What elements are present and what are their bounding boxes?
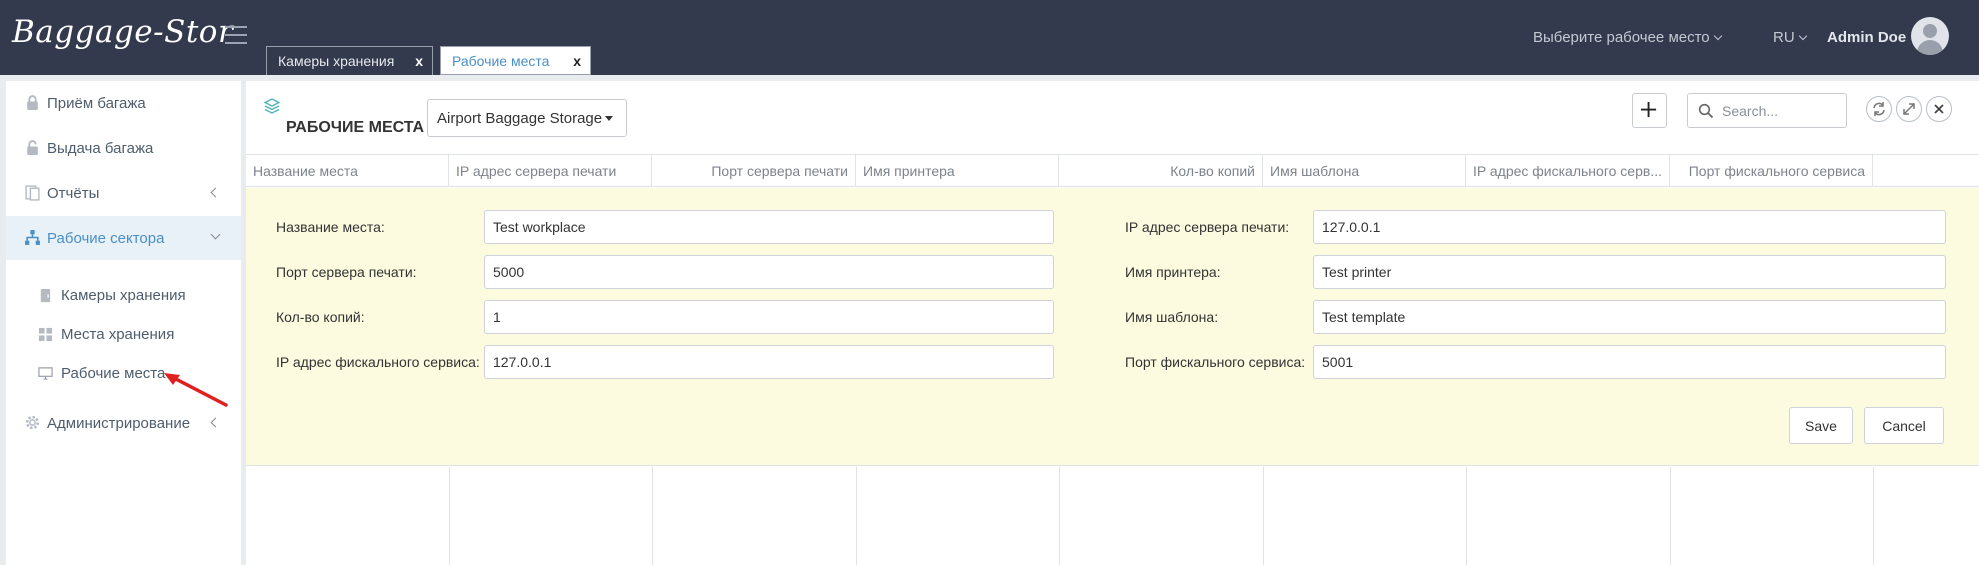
sidebar-subitem-label: Рабочие места [61, 364, 166, 382]
lock-icon [27, 95, 38, 110]
column-header[interactable]: Порт сервера печати [652, 155, 856, 186]
workplace-selector-label: Выберите рабочее место [1533, 29, 1710, 46]
locker-icon [40, 288, 51, 303]
template-name-label: Имя шаблона: [1125, 309, 1219, 325]
annotation-arrow-icon [164, 373, 228, 407]
print-server-ip-label: IP адрес сервера печати: [1125, 219, 1290, 235]
sidebar-item-baggage-release[interactable]: Выдача багажа [6, 126, 241, 170]
layers-icon [264, 98, 280, 114]
tab-label: Камеры хранения [278, 53, 395, 69]
caret-down-icon [605, 116, 613, 121]
menu-toggle-icon[interactable] [225, 26, 247, 44]
storage-select[interactable]: Airport Baggage Storage [427, 99, 627, 137]
tab-label: Рабочие места [452, 52, 550, 69]
expand-icon [1903, 103, 1915, 115]
template-name-field[interactable] [1313, 300, 1946, 334]
tab-workplaces[interactable]: Рабочие места x [440, 46, 591, 75]
search-icon [1698, 103, 1714, 119]
column-header[interactable]: Порт фискального сервиса [1670, 155, 1873, 186]
page-title: РАБОЧИЕ МЕСТА [286, 119, 425, 136]
table-header: Название места IP адрес сервера печати П… [246, 154, 1979, 187]
cancel-button[interactable]: Cancel [1864, 407, 1944, 444]
sidebar: Приём багажа Выдача багажа Отчёты Рабочи… [6, 81, 241, 565]
add-button[interactable] [1632, 93, 1667, 128]
chevron-down-icon [210, 229, 221, 240]
unlock-icon [27, 140, 38, 155]
search-input[interactable] [1722, 94, 1842, 127]
language-label: RU [1773, 29, 1795, 46]
tab-close-button[interactable]: x [415, 53, 423, 69]
storage-select-value: Airport Baggage Storage [437, 109, 603, 127]
chevron-left-icon [210, 187, 221, 198]
edit-form: Название места: IP адрес сервера печати:… [246, 188, 1979, 466]
tab-storage-chambers[interactable]: Камеры хранения x [266, 46, 433, 75]
workplace-name-label: Название места: [276, 219, 385, 235]
fiscal-service-ip-field[interactable] [484, 345, 1054, 379]
print-server-ip-field[interactable] [1313, 210, 1946, 244]
grid-column-divider [449, 467, 450, 565]
close-panel-button[interactable] [1926, 96, 1952, 122]
language-selector[interactable]: RU [1773, 29, 1807, 46]
sidebar-subitem-label: Места хранения [61, 325, 175, 343]
grid-column-divider [1873, 467, 1874, 565]
document-icon [25, 185, 40, 201]
monitor-icon [38, 367, 53, 380]
print-server-port-label: Порт сервера печати: [276, 264, 417, 280]
tab-close-button[interactable]: x [573, 53, 581, 69]
grid-column-divider [1263, 467, 1264, 565]
copies-count-label: Кол-во копий: [276, 309, 365, 325]
column-header[interactable]: Имя принтера [856, 155, 1059, 186]
chevron-down-icon [1713, 31, 1722, 41]
sidebar-item-baggage-intake[interactable]: Приём багажа [6, 81, 241, 125]
top-bar: Baggage-Stor Камеры хранения x Рабочие м… [0, 0, 1979, 75]
fiscal-service-port-label: Порт фискального сервиса: [1125, 354, 1306, 370]
expand-button[interactable] [1896, 96, 1922, 122]
grid-column-divider [1059, 467, 1060, 565]
printer-name-field[interactable] [1313, 255, 1946, 289]
workplace-selector[interactable]: Выберите рабочее место [1533, 29, 1722, 46]
column-header[interactable]: Название места [246, 155, 449, 186]
sidebar-item-label: Выдача багажа [47, 139, 154, 157]
sidebar-subitem-storage-chambers[interactable]: Камеры хранения [6, 276, 241, 314]
sidebar-subitem-storage-places[interactable]: Места хранения [6, 315, 241, 353]
close-icon [1934, 104, 1944, 114]
copies-count-field[interactable] [484, 300, 1054, 334]
column-header[interactable]: Кол-во копий [1059, 155, 1263, 186]
sidebar-item-label: Приём багажа [47, 94, 146, 112]
user-name[interactable]: Admin Doe [1827, 29, 1906, 46]
save-button[interactable]: Save [1789, 407, 1853, 444]
grid-column-divider [652, 467, 653, 565]
printer-name-label: Имя принтера: [1125, 264, 1221, 280]
refresh-icon [1873, 102, 1885, 116]
main-panel: РАБОЧИЕ МЕСТА Airport Baggage Storage На… [246, 81, 1979, 565]
fiscal-service-ip-label: IP адрес фискального сервиса: [276, 354, 480, 370]
print-server-port-field[interactable] [484, 255, 1054, 289]
avatar[interactable] [1911, 17, 1949, 55]
chevron-left-icon [210, 417, 221, 428]
sidebar-item-label: Администрирование [47, 414, 191, 432]
sidebar-subitem-label: Камеры хранения [61, 286, 186, 304]
search-box [1687, 93, 1847, 128]
grid-icon [38, 327, 53, 342]
gear-icon [25, 415, 40, 430]
refresh-button[interactable] [1866, 96, 1892, 122]
chevron-down-icon [1798, 31, 1807, 41]
grid-column-divider [856, 467, 857, 565]
plus-icon [1641, 102, 1657, 118]
workplace-name-field[interactable] [484, 210, 1054, 244]
column-header[interactable]: Имя шаблона [1263, 155, 1466, 186]
sidebar-item-label: Отчёты [47, 184, 100, 202]
sidebar-item-reports[interactable]: Отчёты [6, 171, 241, 215]
app-logo[interactable]: Baggage-Stor [12, 14, 233, 50]
fiscal-service-port-field[interactable] [1313, 345, 1946, 379]
sidebar-item-work-sectors[interactable]: Рабочие сектора [6, 216, 241, 260]
grid-column-divider [1466, 467, 1467, 565]
grid-column-divider [1670, 467, 1671, 565]
sidebar-item-label: Рабочие сектора [47, 229, 165, 247]
sitemap-icon [25, 230, 40, 245]
column-header[interactable]: IP адрес фискального серв... [1466, 155, 1670, 186]
column-header[interactable]: IP адрес сервера печати [449, 155, 652, 186]
